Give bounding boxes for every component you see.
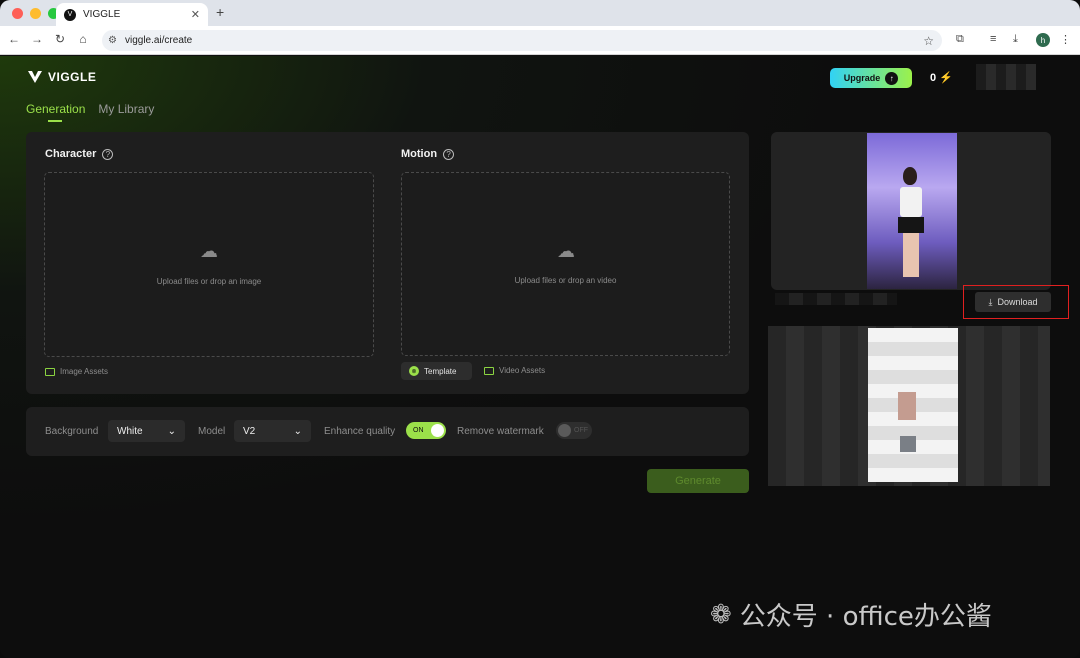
chevron-down-icon: ⌄ [293,425,302,437]
downloads-icon[interactable]: ⤓ [1013,33,1018,46]
forward-arrow-icon[interactable]: → [29,32,45,46]
blur-block [898,392,916,420]
toggle-knob [431,424,444,437]
model-value: V2 [243,425,256,437]
result-meta-blurred [775,293,897,305]
reload-icon[interactable]: ↻ [52,32,68,46]
active-tab-indicator [48,120,62,122]
viggle-logo-icon [28,71,42,83]
background-value: White [117,425,143,437]
wechat-icon: ❁ [710,599,732,630]
template-label: Template [424,366,457,376]
minimize-window-button[interactable] [30,8,41,19]
motion-drop-text: Upload files or drop an video [514,276,617,285]
upload-panel: Character ? ☁ Upload files or drop an im… [26,132,749,394]
app-page: VIGGLE Upgrade ↑ 0 ⚡ Generation My Libra… [0,56,1080,658]
viggle-favicon-icon: V [64,8,76,21]
user-menu-blurred[interactable] [976,64,1036,90]
enhance-state: ON [413,427,424,434]
arrow-up-icon: ↑ [885,71,899,85]
dancer-top [900,187,922,217]
highlight-annotation [963,285,1069,319]
blur-block [900,436,916,452]
result-video-thumbnail[interactable] [867,133,957,289]
video-assets-label: Video Assets [499,366,546,375]
home-icon[interactable]: ⌂ [75,32,91,46]
generate-button[interactable]: Generate [647,469,749,493]
second-result-thumbnail-blurred[interactable] [868,328,958,482]
extensions-icon[interactable]: ⧉ [956,33,964,46]
model-label: Model [198,426,226,437]
image-assets-link[interactable]: Image Assets [45,367,108,376]
watermark-text: 公众号 · office办公酱 [739,602,992,632]
browser-toolbar: ← → ↻ ⌂ ⚙ viggle.ai/create ☆ ⧉ ≡ ⤓ ⋮ [0,26,1080,55]
motion-section-title: Motion ? [401,148,455,160]
remove-watermark-label: Remove watermark [457,426,544,437]
cloud-upload-icon: ☁ [557,241,575,261]
tab-title: VIGGLE [83,9,121,20]
logo-text: VIGGLE [48,70,97,84]
new-tab-button[interactable]: + [216,4,224,20]
video-assets-link[interactable]: Video Assets [484,366,545,375]
wechat-watermark: ❁ 公众号 · office办公酱 [710,596,992,633]
site-settings-icon[interactable]: ⚙ [108,35,117,46]
chevron-down-icon: ⌄ [167,425,176,437]
menu-kebab-icon[interactable]: ⋮ [1060,33,1071,46]
main-tabs: Generation My Library [26,102,154,116]
help-icon[interactable]: ? [443,148,455,160]
enhance-quality-label: Enhance quality [324,426,396,437]
watermark-state: OFF [574,427,588,434]
enhance-quality-toggle[interactable]: ON [406,422,446,439]
character-title: Character [45,148,97,160]
tab-generation[interactable]: Generation [26,102,85,116]
upgrade-button[interactable]: Upgrade ↑ [830,68,912,88]
back-arrow-icon[interactable]: ← [6,32,22,46]
background-select[interactable]: White ⌄ [108,420,185,442]
character-section-title: Character ? [45,148,114,160]
bookmark-star-icon[interactable]: ☆ [923,34,934,48]
motion-title: Motion [401,148,438,160]
dancer-skirt [898,217,924,233]
template-button[interactable]: ⊗ Template [401,362,472,380]
credits-value: 0 [930,72,937,84]
settings-bar: Background White ⌄ Model V2 ⌄ Enhance qu… [26,407,749,456]
model-select[interactable]: V2 ⌄ [234,420,311,442]
motion-dropzone[interactable]: ☁ Upload files or drop an video [401,172,730,356]
tab-my-library[interactable]: My Library [98,102,154,116]
url-text: viggle.ai/create [124,35,193,46]
character-dropzone[interactable]: ☁ Upload files or drop an image [44,172,374,357]
folder-icon [45,367,55,376]
background-label: Background [45,426,99,437]
close-window-button[interactable] [12,8,23,19]
toggle-knob [558,424,571,437]
profile-avatar[interactable]: h [1036,33,1050,47]
remove-watermark-toggle[interactable]: OFF [556,422,592,439]
dancer-legs [903,233,919,277]
close-tab-icon[interactable]: ✕ [191,8,200,21]
browser-tab[interactable]: V VIGGLE ✕ [56,3,208,26]
lightning-icon: ⚡ [939,72,953,84]
credits-counter: 0 ⚡ [930,71,953,84]
image-assets-label: Image Assets [60,367,109,376]
folder-icon [484,366,494,375]
window-controls [12,8,59,19]
help-icon[interactable]: ? [102,148,114,160]
viggle-logo[interactable]: VIGGLE [28,70,96,84]
upgrade-label: Upgrade [843,73,881,83]
reading-list-icon[interactable]: ≡ [990,33,996,45]
browser-window: V VIGGLE ✕ + ← → ↻ ⌂ ⚙ viggle.ai/create … [0,0,1080,658]
dancer-head [903,167,917,185]
template-icon: ⊗ [409,366,419,376]
browser-tab-bar: V VIGGLE ✕ + [0,0,1080,26]
cloud-upload-icon: ☁ [200,241,218,261]
character-drop-text: Upload files or drop an image [156,277,262,286]
address-bar[interactable]: ⚙ viggle.ai/create ☆ [102,30,942,51]
